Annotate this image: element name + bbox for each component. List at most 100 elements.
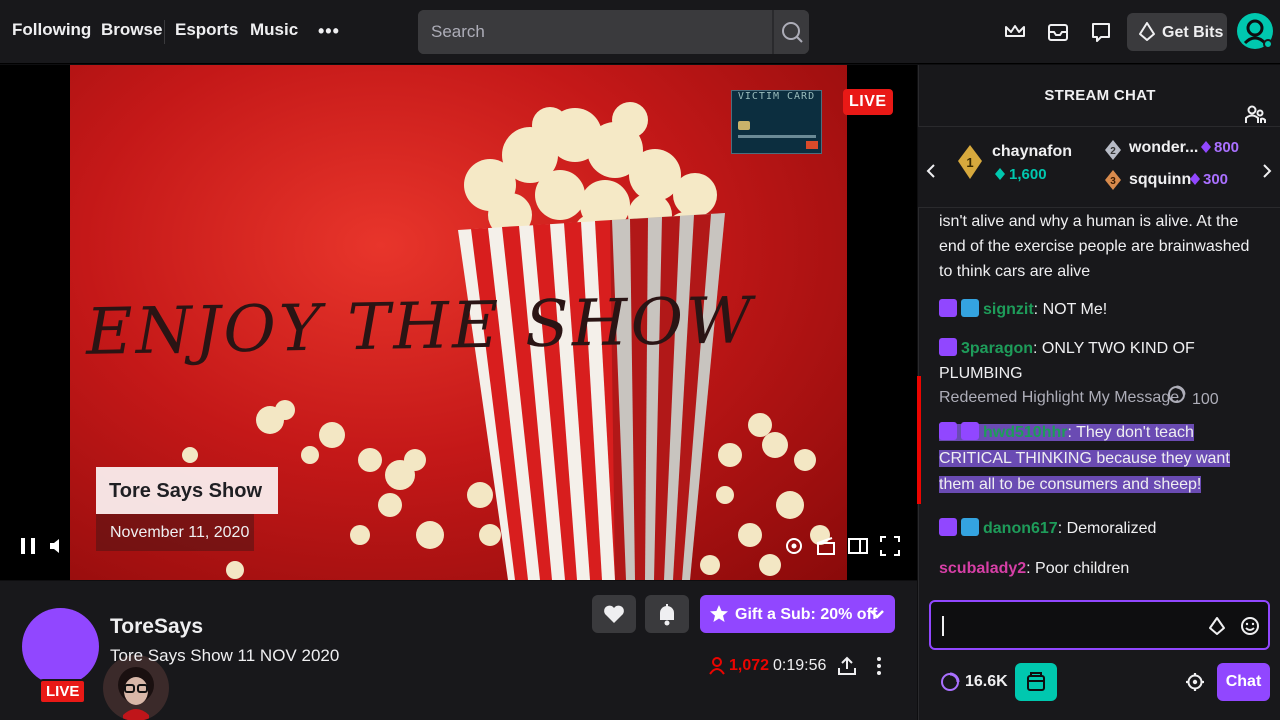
treasure-chest-icon xyxy=(1027,672,1045,691)
heart-icon xyxy=(604,605,624,623)
chat-text: : Demoralized xyxy=(1057,520,1157,537)
prime-crown-icon[interactable] xyxy=(1001,18,1029,46)
subscriber-badge-icon xyxy=(939,518,957,536)
nav-music[interactable]: Music xyxy=(250,20,298,40)
bits-gem-icon xyxy=(995,168,1005,180)
victim-card-image: VICTIM CARD xyxy=(731,90,822,154)
emote-picker-icon[interactable] xyxy=(1240,616,1260,636)
leaderboard-amount-3: 300 xyxy=(1203,171,1229,188)
channel-points-balance[interactable]: 16.6K xyxy=(965,673,1008,691)
bits-leaderboard: 1 chaynafon 1,600 2 wonder... 800 3 sqqu… xyxy=(918,126,1280,208)
chevron-down-icon xyxy=(870,610,884,619)
bits-gem-icon xyxy=(1201,141,1211,153)
chevron-left-icon[interactable] xyxy=(925,163,937,179)
theatre-mode-icon[interactable] xyxy=(846,534,870,558)
chat-message: scubalady2: Poor children xyxy=(939,556,1259,581)
chat-settings-icon[interactable] xyxy=(1185,672,1205,692)
chat-text: : Poor children xyxy=(1026,560,1130,577)
volume-icon[interactable] xyxy=(46,534,70,558)
channel-points-icon xyxy=(1168,385,1186,403)
show-title-card: Tore Says Show xyxy=(96,467,278,514)
gift-sub-button[interactable]: Gift a Sub: 20% off xyxy=(700,595,895,633)
bits-gem-icon xyxy=(1190,173,1200,185)
stream-uptime: 0:19:56 xyxy=(773,657,827,674)
bits-icon xyxy=(1139,22,1155,41)
fullscreen-icon[interactable] xyxy=(878,534,902,558)
leaderboard-name-2[interactable]: wonder... xyxy=(1129,139,1198,157)
search-input[interactable] xyxy=(418,10,772,54)
chat-username[interactable]: scubalady2 xyxy=(939,560,1026,577)
clip-icon[interactable] xyxy=(814,534,838,558)
redeem-title: Redeemed Highlight My Message xyxy=(939,389,1180,406)
gift-sub-label: Gift a Sub: 20% off xyxy=(735,606,878,623)
leaderboard-amount-1: 1,600 xyxy=(1009,166,1047,183)
claim-bonus-button[interactable] xyxy=(1015,663,1057,701)
search-icon xyxy=(782,22,803,43)
chat-username[interactable]: hwd510hhr xyxy=(983,424,1067,441)
notifications-button[interactable] xyxy=(645,595,689,633)
subscriber-badge-icon xyxy=(939,299,957,317)
get-bits-label: Get Bits xyxy=(1162,24,1224,41)
channel-points-icon[interactable] xyxy=(940,672,960,692)
search-button[interactable] xyxy=(772,10,809,54)
victim-card-text: VICTIM CARD xyxy=(737,91,816,102)
video-player[interactable]: ENJOY THE SHOW VICTIM CARD LIVE Tore Say… xyxy=(0,65,917,580)
follow-button[interactable] xyxy=(592,595,636,633)
text-caret xyxy=(942,616,944,636)
more-options-icon[interactable] xyxy=(868,655,890,677)
subscriber-badge-icon xyxy=(939,422,957,440)
chat-message: danon617: Demoralized xyxy=(939,516,1259,541)
nav-esports[interactable]: Esports xyxy=(175,20,238,40)
rank-2-icon: 2 xyxy=(1105,140,1121,160)
top-nav: Following Browse Esports Music ••• Get B… xyxy=(0,0,1280,64)
nav-browse[interactable]: Browse xyxy=(101,20,162,40)
pause-icon[interactable] xyxy=(16,534,40,558)
channel-live-badge: LIVE xyxy=(39,679,87,704)
community-icon[interactable] xyxy=(1244,103,1266,125)
chevron-right-icon[interactable] xyxy=(1261,163,1273,179)
live-badge: LIVE xyxy=(843,89,893,115)
star-icon xyxy=(710,605,728,622)
viewer-count: 1,072 xyxy=(729,657,770,674)
settings-icon[interactable] xyxy=(782,534,806,558)
channel-name[interactable]: ToreSays xyxy=(110,615,203,639)
get-bits-button[interactable]: Get Bits xyxy=(1127,13,1227,51)
rank-2-number: 2 xyxy=(1110,146,1116,157)
leaderboard-name-3[interactable]: sqquinn xyxy=(1129,171,1191,189)
chat-username[interactable]: signzit xyxy=(983,301,1034,318)
chat-username[interactable]: danon617 xyxy=(983,520,1058,537)
redeem-highlight-bar xyxy=(917,376,921,504)
leaderboard-name-1[interactable]: chaynafon xyxy=(992,143,1072,161)
user-avatar[interactable] xyxy=(1237,13,1273,49)
chat-message: signzit: NOT Me! xyxy=(939,297,1259,322)
prime-badge-icon xyxy=(961,518,979,536)
stream-title: Tore Says Show 11 NOV 2020 xyxy=(110,646,340,665)
channel-avatar[interactable] xyxy=(22,608,99,685)
rank-3-icon: 3 xyxy=(1105,170,1121,190)
rank-1-icon: 1 xyxy=(958,145,982,179)
share-icon[interactable] xyxy=(836,655,858,677)
search-box xyxy=(418,10,809,54)
send-chat-button[interactable]: Chat xyxy=(1217,663,1270,701)
chat-message: isn't alive and why a human is alive. At… xyxy=(939,213,1250,280)
show-date: November 11, 2020 xyxy=(110,524,250,541)
chat-message: 3paragon: ONLY TWO KIND OF PLUMBING xyxy=(939,336,1259,386)
inbox-icon[interactable] xyxy=(1044,18,1072,46)
whispers-icon[interactable] xyxy=(1087,18,1115,46)
user-avatar-icon xyxy=(1243,19,1273,49)
bits-badge-icon xyxy=(961,422,979,440)
nav-divider xyxy=(164,20,165,44)
nav-following[interactable]: Following xyxy=(12,20,91,40)
chat-username[interactable]: 3paragon xyxy=(961,340,1033,357)
chat-message-highlighted: hwd510hhr: They don't teach CRITICAL THI… xyxy=(939,420,1259,498)
bits-icon[interactable] xyxy=(1208,616,1226,636)
more-menu-icon[interactable]: ••• xyxy=(318,22,340,40)
chat-title: STREAM CHAT xyxy=(1044,87,1156,104)
chat-text: : NOT Me! xyxy=(1033,301,1108,318)
chat-input[interactable] xyxy=(929,600,1270,650)
bell-icon xyxy=(660,604,674,626)
rank-1-number: 1 xyxy=(966,155,973,170)
prime-badge-icon xyxy=(961,299,979,317)
redeem-cost: 100 xyxy=(1192,391,1219,408)
highlight-wrapper: hwd510hhr: They don't teach CRITICAL THI… xyxy=(939,422,1230,493)
